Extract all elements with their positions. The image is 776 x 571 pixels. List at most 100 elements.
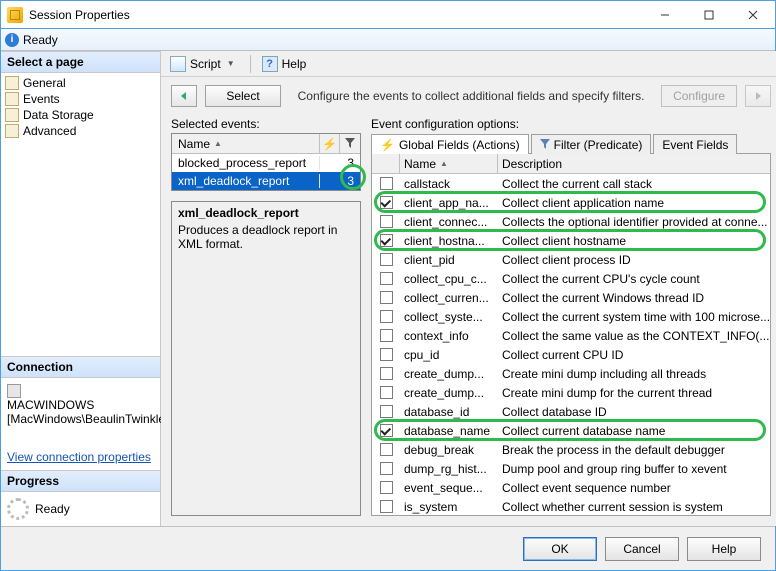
field-checkbox[interactable] (380, 196, 393, 209)
header-filter-col[interactable] (340, 134, 360, 153)
nav-next-button[interactable] (745, 85, 771, 107)
field-row[interactable]: client_app_na...Collect client applicati… (372, 193, 770, 212)
help-button[interactable]: Help (687, 537, 761, 561)
select-page-head: Select a page (1, 51, 160, 73)
server-icon (7, 384, 21, 398)
ok-button[interactable]: OK (523, 537, 597, 561)
event-name: blocked_process_report (172, 156, 320, 170)
field-checkbox[interactable] (380, 405, 393, 418)
field-name: context_info (400, 329, 498, 343)
field-checkbox[interactable] (380, 500, 393, 513)
selected-event-row[interactable]: xml_deadlock_report3 (172, 172, 360, 190)
field-name: collect_curren... (400, 291, 498, 305)
fields-header-name[interactable]: Name ▲ (400, 154, 498, 173)
filter-icon (540, 138, 550, 152)
help-button[interactable]: Help (259, 54, 314, 74)
tab-event-fields[interactable]: Event Fields (653, 134, 737, 154)
field-row[interactable]: collect_curren...Collect the current Win… (372, 288, 770, 307)
view-connection-link[interactable]: View connection properties (7, 450, 151, 464)
toolbar-separator (250, 55, 251, 73)
field-checkbox[interactable] (380, 234, 393, 247)
field-row[interactable]: collect_syste...Collect the current syst… (372, 307, 770, 326)
selected-events-header: Name ▲ ⚡ (172, 134, 360, 154)
field-row[interactable]: client_hostna...Collect client hostname (372, 231, 770, 250)
fields-header-desc[interactable]: Description (498, 154, 770, 173)
field-checkbox[interactable] (380, 462, 393, 475)
field-desc: Collect client hostname (498, 234, 770, 248)
field-checkbox[interactable] (380, 215, 393, 228)
field-desc: Break the process in the default debugge… (498, 443, 770, 457)
field-name: client_connec... (400, 215, 498, 229)
fields-grid[interactable]: Name ▲ Description callstackCollect the … (371, 154, 771, 516)
field-checkbox[interactable] (380, 348, 393, 361)
field-checkbox[interactable] (380, 310, 393, 323)
field-checkbox[interactable] (380, 424, 393, 437)
field-row[interactable]: client_pidCollect client process ID (372, 250, 770, 269)
field-row[interactable]: context_infoCollect the same value as th… (372, 326, 770, 345)
selected-events-grid: Name ▲ ⚡ blocked_process_report3xml_dea (171, 133, 361, 191)
selected-event-row[interactable]: blocked_process_report3 (172, 154, 360, 172)
config-tabs: ⚡ Global Fields (Actions) Filter (Predic… (371, 133, 771, 154)
event-name: xml_deadlock_report (172, 174, 320, 188)
field-desc: Collect the same value as the CONTEXT_IN… (498, 329, 770, 343)
maximize-button[interactable] (687, 1, 731, 29)
field-checkbox[interactable] (380, 177, 393, 190)
field-checkbox[interactable] (380, 481, 393, 494)
field-desc: Collect the current CPU's cycle count (498, 272, 770, 286)
event-desc-text: Produces a deadlock report in XML format… (178, 223, 354, 251)
field-row[interactable]: database_idCollect database ID (372, 402, 770, 421)
field-row[interactable]: cpu_idCollect current CPU ID (372, 345, 770, 364)
field-name: client_hostna... (400, 234, 498, 248)
field-checkbox[interactable] (380, 443, 393, 456)
tab-filter[interactable]: Filter (Predicate) (531, 134, 652, 154)
field-checkbox[interactable] (380, 253, 393, 266)
field-checkbox[interactable] (380, 386, 393, 399)
select-button[interactable]: Select (205, 85, 281, 107)
help-icon (262, 56, 278, 72)
login-name: [MacWindows\BeaulinTwinkle] (7, 412, 168, 426)
filter-icon (345, 137, 355, 151)
field-row[interactable]: create_dump...Create mini dump including… (372, 364, 770, 383)
field-name: client_app_na... (400, 196, 498, 210)
page-item-events[interactable]: Events (3, 91, 158, 107)
field-checkbox[interactable] (380, 291, 393, 304)
field-row[interactable]: collect_cpu_c...Collect the current CPU'… (372, 269, 770, 288)
nav-prev-button[interactable] (171, 85, 197, 107)
sort-caret-icon: ▲ (214, 139, 222, 148)
field-checkbox[interactable] (380, 329, 393, 342)
field-row[interactable]: callstackCollect the current call stack (372, 174, 770, 193)
page-item-general[interactable]: General (3, 75, 158, 91)
progress-head: Progress (1, 470, 160, 492)
server-name: MACWINDOWS (7, 398, 94, 412)
selected-events-label: Selected events: (171, 115, 361, 133)
field-name: event_seque... (400, 481, 498, 495)
field-row[interactable]: debug_breakBreak the process in the defa… (372, 440, 770, 459)
field-row[interactable]: client_connec...Collects the optional id… (372, 212, 770, 231)
field-row[interactable]: event_seque...Collect event sequence num… (372, 478, 770, 497)
script-button[interactable]: Script ▼ (167, 54, 242, 74)
page-icon (5, 124, 19, 138)
close-button[interactable] (731, 1, 775, 29)
progress-spinner-icon (7, 498, 29, 520)
connection-head: Connection (1, 356, 160, 378)
page-icon (5, 76, 19, 90)
field-row[interactable]: is_systemCollect whether current session… (372, 497, 770, 516)
event-description-panel: xml_deadlock_report Produces a deadlock … (171, 201, 361, 516)
page-item-data-storage[interactable]: Data Storage (3, 107, 158, 123)
field-desc: Collects the optional identifier provide… (498, 215, 770, 229)
page-icon (5, 108, 19, 122)
tab-global-fields[interactable]: ⚡ Global Fields (Actions) (371, 134, 529, 154)
page-icon (5, 92, 19, 106)
minimize-button[interactable] (643, 1, 687, 29)
configure-button[interactable]: Configure (661, 85, 737, 107)
window-title: Session Properties (29, 8, 130, 22)
field-checkbox[interactable] (380, 272, 393, 285)
field-row[interactable]: dump_rg_hist...Dump pool and group ring … (372, 459, 770, 478)
field-row[interactable]: create_dump...Create mini dump for the c… (372, 383, 770, 402)
page-item-advanced[interactable]: Advanced (3, 123, 158, 139)
field-row[interactable]: database_nameCollect current database na… (372, 421, 770, 440)
field-checkbox[interactable] (380, 367, 393, 380)
header-name-col[interactable]: Name ▲ (172, 134, 320, 153)
cancel-button[interactable]: Cancel (605, 537, 679, 561)
header-action-col[interactable]: ⚡ (320, 134, 340, 153)
